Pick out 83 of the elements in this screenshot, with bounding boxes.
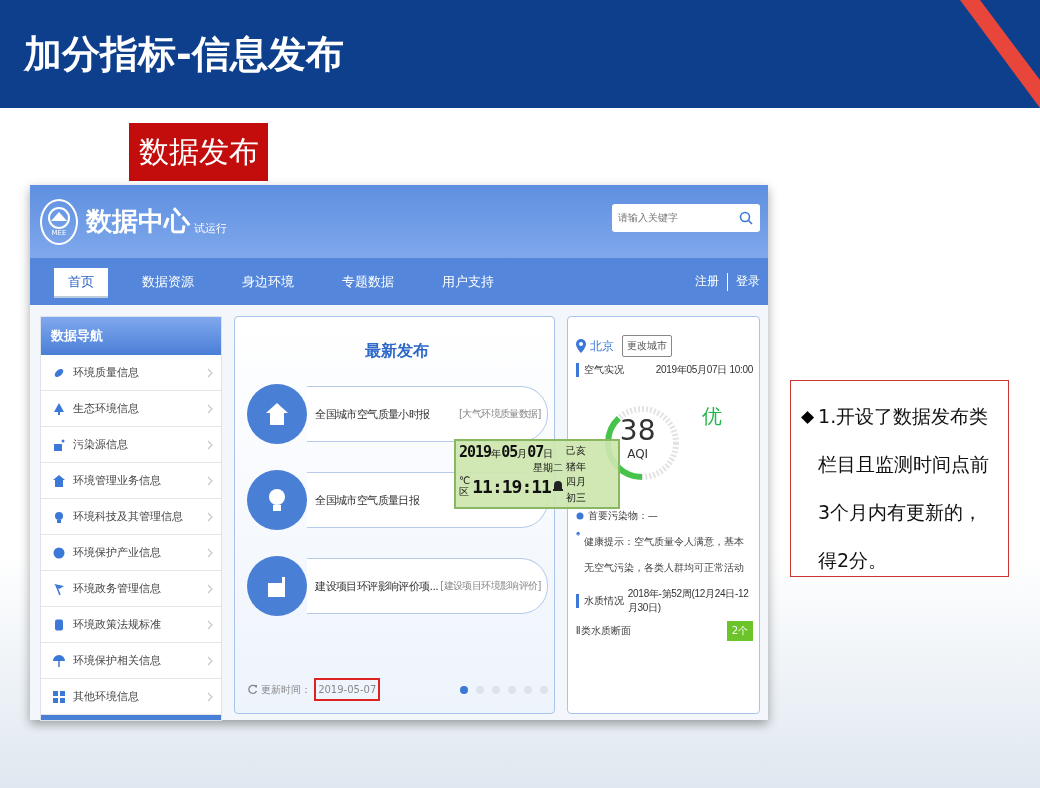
grid-icon <box>53 690 65 703</box>
pollutant-text: 首要污染物：— <box>587 509 658 523</box>
sidebar-title: 数据导航 <box>41 317 222 355</box>
lunar-date-text: 四月 <box>565 475 586 489</box>
site-subtitle: 试运行 <box>194 221 227 236</box>
chevron-right-icon <box>207 511 214 522</box>
aqi-value: 38 <box>619 415 656 447</box>
timestamp: 2019年05月07日 10:00 <box>655 363 753 377</box>
chevron-right-icon <box>207 583 214 594</box>
chevron-right-icon <box>207 655 214 666</box>
chevron-right-icon <box>207 619 214 630</box>
lunar-date-text: 初三 <box>565 490 586 505</box>
site-title: 数据中心 <box>86 205 190 238</box>
chevron-right-icon <box>207 367 214 378</box>
sidebar-item[interactable]: 环境科技及其管理信息 <box>41 499 222 535</box>
pager-dot[interactable] <box>459 685 468 694</box>
zone-label: 区 <box>459 486 470 497</box>
lunar-date-text: 猪年 <box>565 459 586 474</box>
chevron-right-icon <box>207 403 214 414</box>
bulb-icon <box>53 510 65 523</box>
leaf-icon <box>53 366 65 379</box>
weekday-text: 星期二 <box>532 461 563 475</box>
panel-title: 最新发布 <box>364 341 431 362</box>
chevron-right-icon <box>207 691 214 702</box>
nav-tab[interactable]: 数据资源 <box>128 267 208 296</box>
week-period: 2018年-第52周(12月24日-12月30日) <box>627 587 750 615</box>
lunar-date-text: 己亥 <box>565 444 586 458</box>
health-tip: 健康提示：空气质量令人满意，基本无空气污染，各类人群均可正常活动 <box>584 535 746 575</box>
tree-icon <box>53 402 65 415</box>
chevron-right-icon <box>207 439 214 450</box>
change-city-button[interactable]: 更改城市 <box>621 335 672 357</box>
chevron-right-icon <box>207 547 214 558</box>
flag-icon <box>53 582 65 595</box>
shield-icon <box>53 618 65 631</box>
update-label: 更新时间： <box>261 682 312 697</box>
circle-icon <box>53 546 65 559</box>
location-pin-icon <box>575 339 586 353</box>
sidebar-item[interactable]: 污染源信息 <box>41 427 222 463</box>
water-class-label: Ⅱ类水质断面 <box>575 624 631 638</box>
lcd-digits: 2019 <box>459 443 492 461</box>
date-unit: 月 <box>517 448 528 461</box>
section-label: 数据发布 <box>129 123 268 181</box>
count-badge: 2个 <box>726 621 753 641</box>
sidebar-item[interactable]: 环境政务管理信息 <box>41 571 222 607</box>
aqi-label: AQI <box>627 447 649 461</box>
search-icon <box>739 210 753 225</box>
nav-tab[interactable]: 专题数据 <box>328 267 408 296</box>
sidebar-item[interactable]: 环境质量信息 <box>41 355 222 391</box>
nav-tab[interactable]: 用户支持 <box>428 267 508 296</box>
search-field[interactable]: 请输入关键字 <box>612 203 760 232</box>
lcd-time: 11:19:11 <box>472 475 551 497</box>
nav-link[interactable]: 登录 <box>736 273 760 290</box>
sidebar-item[interactable]: 环境政策法规标准 <box>41 607 222 643</box>
section-heading: 空气实况 <box>575 363 624 377</box>
nav-tab[interactable]: 身边环境 <box>228 267 308 296</box>
refresh-icon <box>247 684 259 695</box>
city-name: 北京 <box>589 337 614 355</box>
nav-link[interactable]: 注册 <box>695 273 719 290</box>
sidebar-item[interactable]: 环境保护产业信息 <box>41 535 222 571</box>
chevron-right-icon <box>207 475 214 486</box>
date-unit: 日 <box>543 448 554 461</box>
release-item[interactable]: 建设项目环评影响评价项... [建设项目环境影响评价] <box>307 558 548 614</box>
sidebar-item[interactable]: 生态环境信息 <box>41 391 222 427</box>
aqi-grade: 优 <box>701 403 722 430</box>
alarm-bell-icon <box>552 480 563 492</box>
category-tag: [建设项目环境影响评价] <box>440 579 541 593</box>
umbrella-icon <box>53 654 65 667</box>
sidebar-item[interactable]: 环境保护相关信息 <box>41 643 222 679</box>
slide-title: 加分指标-信息发布 <box>22 30 344 78</box>
update-date: 2019-05-07 <box>314 678 381 701</box>
dot-icon <box>575 512 584 520</box>
nav-tab[interactable]: 首页 <box>54 267 108 296</box>
category-tag: [大气环境质量数据] <box>459 407 541 421</box>
note-text: 1.开设了数据发布类栏目且监测时间点前3个月内有更新的，得2分。 <box>818 404 991 573</box>
lcd-digits: 05 <box>501 443 518 461</box>
sidebar-item[interactable]: 环境管理业务信息 <box>41 463 222 499</box>
bullet-icon: ◆ <box>801 403 815 576</box>
lcd-digits: 07 <box>527 443 544 461</box>
temperature-unit: ℃ <box>459 475 471 486</box>
house-icon <box>53 474 65 487</box>
section-heading: 水质情况 <box>575 594 624 608</box>
date-unit: 年 <box>491 447 502 461</box>
release-item[interactable]: 全国城市空气质量小时报 [大气环境质量数据] <box>307 386 548 442</box>
